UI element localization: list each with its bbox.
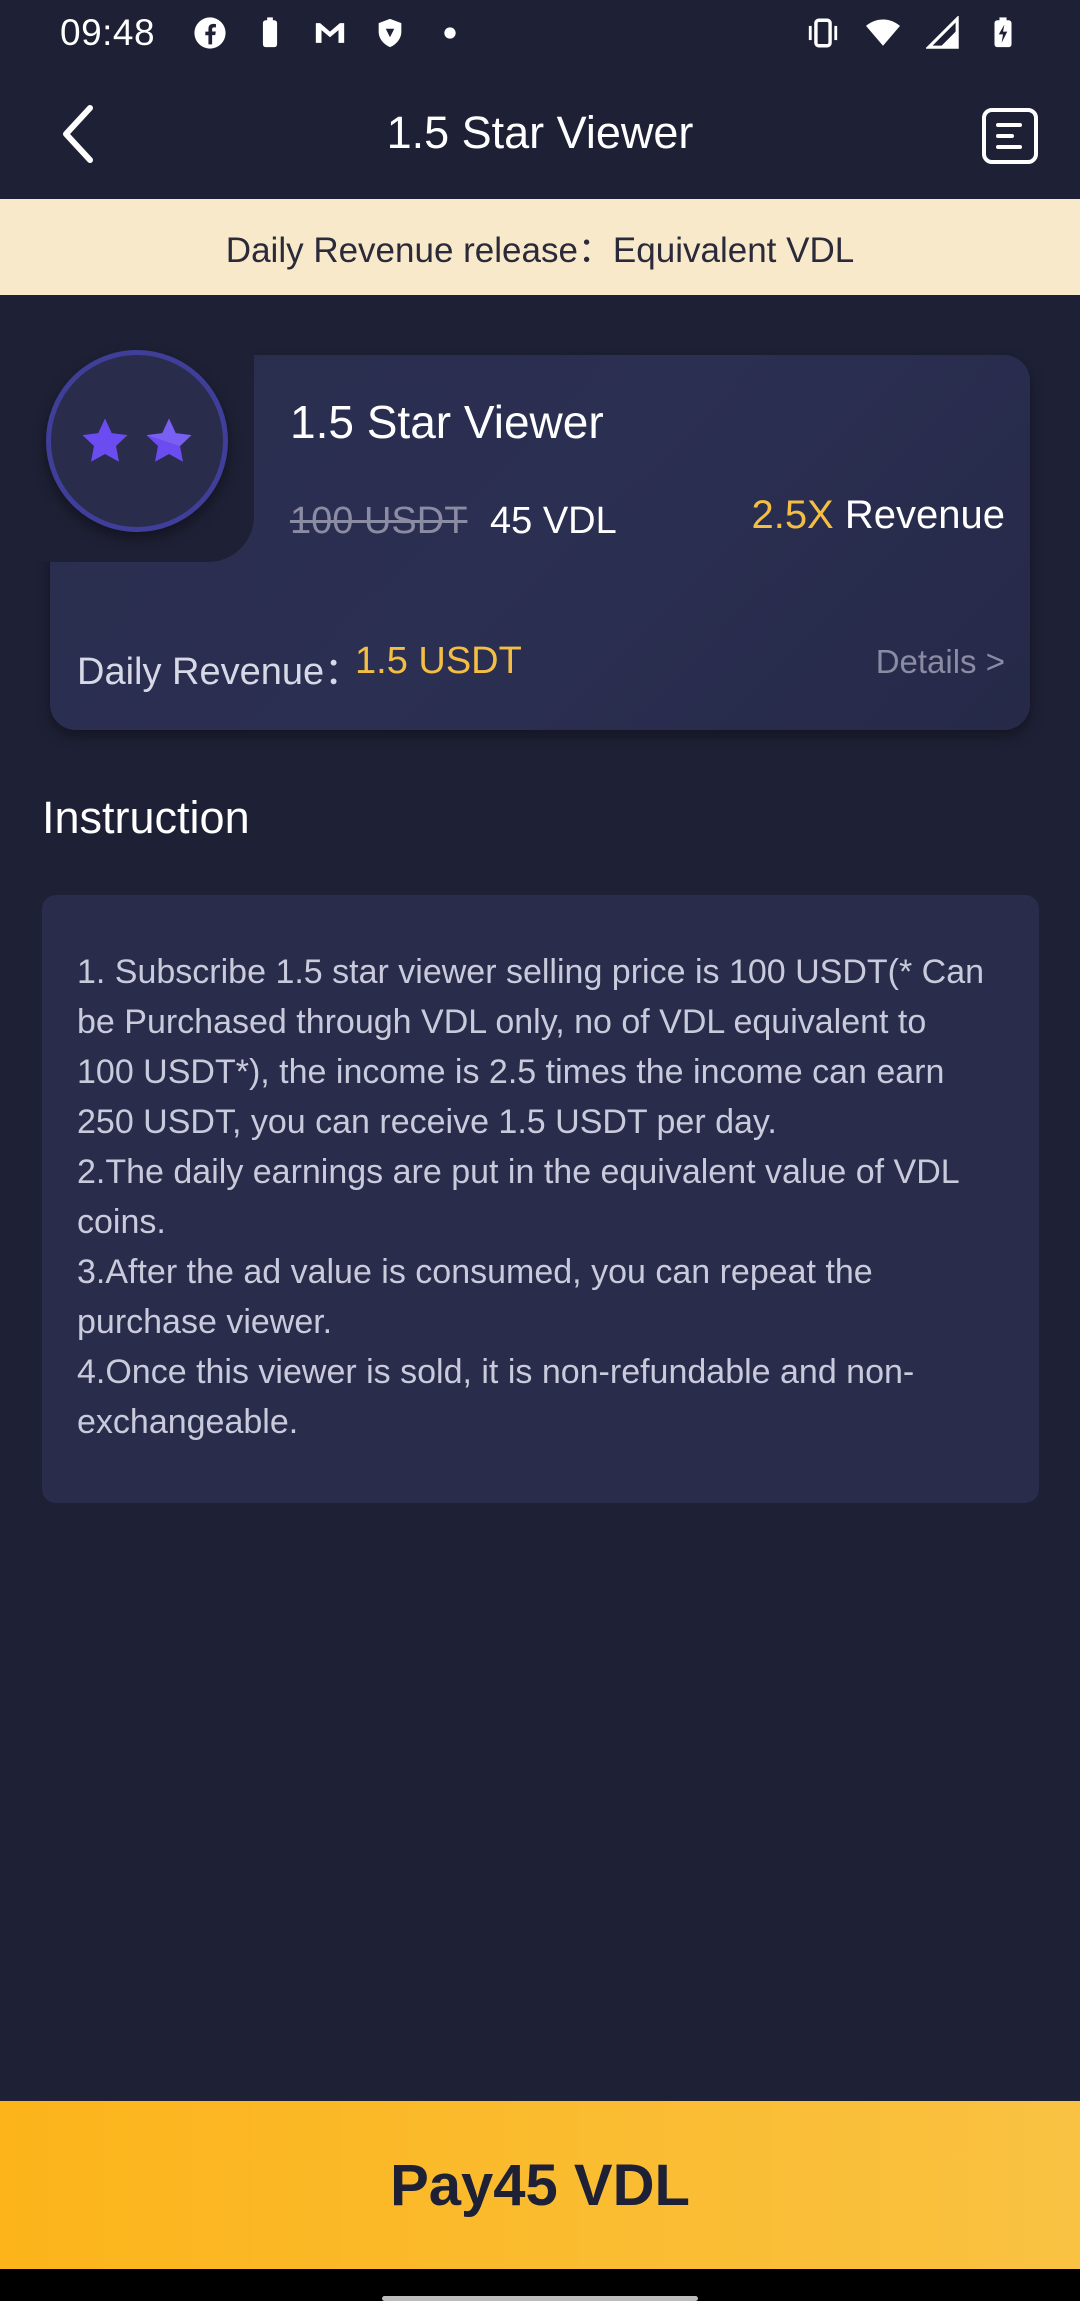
card-title: 1.5 Star Viewer	[290, 396, 604, 448]
instruction-box: 1. Subscribe 1.5 star viewer selling pri…	[42, 895, 1039, 1503]
page-title: 1.5 Star Viewer	[386, 106, 694, 158]
battery-icon	[253, 16, 287, 50]
revenue-label: Revenue	[844, 493, 1005, 537]
details-link[interactable]: Details >	[876, 643, 1005, 681]
gmail-icon	[313, 16, 347, 50]
instruction-line: 1. Subscribe 1.5 star viewer selling pri…	[77, 953, 985, 991]
list-document-icon-line	[996, 134, 1014, 138]
status-bar: 09:48	[0, 0, 1080, 66]
back-button[interactable]	[48, 104, 108, 164]
revenue-multiplier: 2.5X Revenue	[751, 493, 1005, 538]
pay-button[interactable]: Pay45 VDL	[0, 2101, 1080, 2269]
records-button[interactable]	[982, 108, 1038, 164]
instruction-line: 250 USDT, you can receive 1.5 USDT per d…	[77, 1103, 777, 1141]
instruction-line: be Purchased through VDL only, no of VDL…	[77, 1003, 927, 1041]
star-badge	[46, 350, 228, 532]
instruction-line: 2.The daily earnings are put in the equi…	[77, 1153, 960, 1191]
instruction-heading: Instruction	[42, 792, 250, 843]
list-document-icon	[996, 123, 1022, 127]
chevron-left-icon	[63, 105, 93, 163]
vibrate-icon	[806, 16, 840, 50]
multiplier-value: 2.5X	[751, 493, 834, 537]
list-document-icon-line	[996, 145, 1022, 149]
instruction-line: coins.	[77, 1203, 166, 1241]
daily-revenue-label: Daily Revenue：	[77, 651, 363, 693]
facebook-icon	[193, 16, 227, 50]
signal-icon	[926, 16, 960, 50]
original-price: 100 USDT	[290, 500, 468, 542]
instruction-line: 3.After the ad value is consumed, you ca…	[77, 1253, 873, 1291]
instruction-line: 4.Once this viewer is sold, it is non-re…	[77, 1353, 915, 1391]
battery-charging-icon	[986, 16, 1020, 50]
status-time: 09:48	[60, 12, 156, 53]
instruction-line: 100 USDT*), the income is 2.5 times the …	[77, 1053, 945, 1091]
home-indicator[interactable]	[382, 2296, 698, 2301]
sale-price: 45 VDL	[490, 500, 617, 542]
dot-icon	[433, 16, 467, 50]
app-header: 1.5 Star Viewer	[0, 66, 1080, 199]
instruction-line: purchase viewer.	[77, 1303, 333, 1341]
instruction-line: exchangeable.	[77, 1403, 299, 1441]
notice-banner: Daily Revenue release：Equivalent VDL	[0, 199, 1080, 295]
shield-icon	[373, 16, 407, 50]
screen: 09:48 1.5 Star Viewer Daily Revenue rele…	[0, 0, 1080, 2301]
daily-revenue-value: 1.5 USDT	[355, 640, 522, 682]
star-icon	[146, 418, 192, 462]
star-icon	[82, 418, 128, 462]
wifi-icon	[866, 16, 900, 50]
